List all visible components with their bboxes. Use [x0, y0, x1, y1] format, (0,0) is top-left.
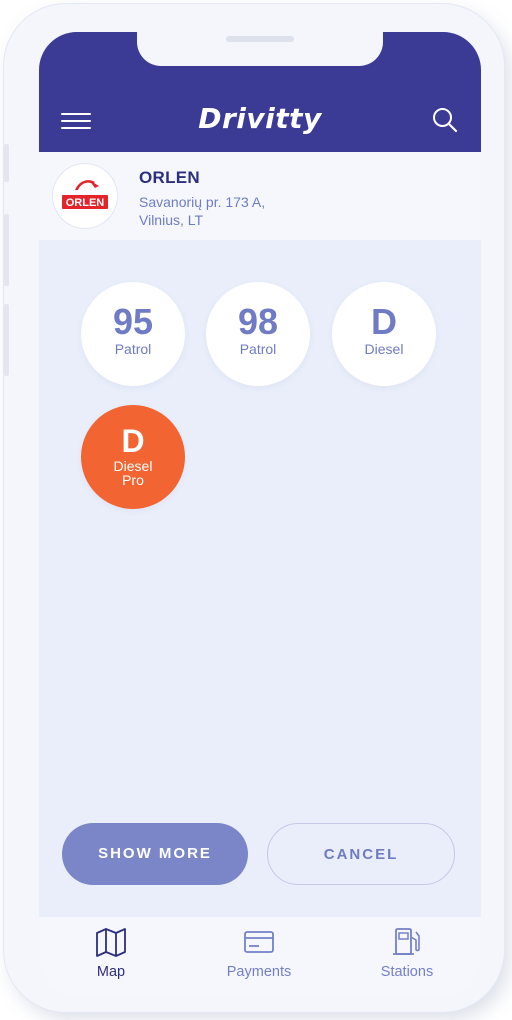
volume-down-button — [4, 304, 9, 376]
fuel-option-95[interactable]: 95 Patrol — [81, 282, 185, 386]
speaker-grille — [226, 36, 294, 42]
map-icon — [51, 927, 171, 957]
cancel-button[interactable]: CANCEL — [267, 823, 455, 885]
search-icon[interactable] — [431, 106, 459, 134]
svg-text:ORLEN: ORLEN — [66, 197, 105, 209]
orlen-logo: ORLEN — [53, 164, 117, 228]
fuel-name: Patrol — [239, 341, 277, 357]
station-name: ORLEN — [139, 168, 200, 187]
app-logo: Drivitty — [198, 102, 322, 135]
fuel-name-line1: Diesel — [113, 458, 153, 474]
phone-notch — [137, 32, 383, 66]
fuel-name-line2: Pro — [122, 472, 144, 488]
fuel-pump-icon — [347, 927, 467, 957]
mute-switch — [4, 144, 9, 182]
tab-label: Map — [96, 964, 126, 980]
tab-payments[interactable]: Payments — [199, 927, 319, 980]
address-line-street: Savanorių pr. 173 A, — [139, 194, 266, 210]
phone-frame: Drivitty ORLEN ORLEN Savanorių pr. 173 A… — [4, 4, 504, 1012]
station-info: ORLEN ORLEN Savanorių pr. 173 A, Vilnius… — [39, 152, 481, 240]
bottom-tab-bar: Map Payments Stations — [39, 917, 481, 996]
fuel-name: Diesel — [364, 341, 404, 357]
tab-stations[interactable]: Stations — [347, 927, 467, 980]
tab-map[interactable]: Map — [51, 927, 171, 980]
tab-label: Stations — [380, 964, 434, 980]
app-screen: Drivitty ORLEN ORLEN Savanorių pr. 173 A… — [39, 32, 481, 996]
fuel-code: 98 — [237, 301, 279, 342]
fuel-code: D — [371, 301, 397, 342]
volume-up-button — [4, 214, 9, 286]
fuel-code: D — [121, 423, 145, 459]
fuel-option-diesel-pro[interactable]: D Diesel Pro — [81, 405, 185, 509]
tab-label: Payments — [226, 964, 292, 980]
fuel-name: Patrol — [114, 341, 152, 357]
station-address: Savanorių pr. 173 A, Vilnius, LT — [139, 193, 265, 229]
fuel-code: 95 — [112, 301, 154, 342]
address-line-city: Vilnius, LT — [139, 212, 204, 228]
app-header: Drivitty — [39, 32, 481, 152]
fuel-option-98[interactable]: 98 Patrol — [206, 282, 310, 386]
fuel-option-diesel[interactable]: D Diesel — [332, 282, 436, 386]
credit-card-icon — [199, 927, 319, 957]
show-more-button[interactable]: SHOW MORE — [62, 823, 248, 885]
